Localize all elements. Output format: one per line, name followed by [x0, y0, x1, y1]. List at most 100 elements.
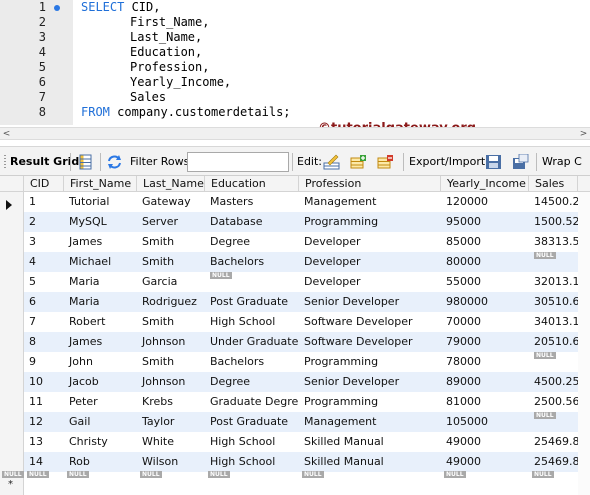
table-cell[interactable]: NULL [444, 471, 466, 484]
table-cell[interactable]: NULL [27, 471, 49, 484]
column-header[interactable]: Sales [529, 176, 578, 192]
table-row[interactable]: 3 James Smith Degree Developer 85000 38313.56 [24, 232, 590, 252]
table-cell[interactable]: Graduate Degree [205, 392, 299, 412]
table-cell[interactable]: 8 [24, 332, 64, 352]
table-cell[interactable]: NULL [205, 272, 299, 292]
table-cell[interactable]: 5 [24, 272, 64, 292]
table-cell[interactable]: Programming [299, 392, 441, 412]
table-cell[interactable]: 55000 [441, 272, 529, 292]
grip-handle[interactable] [4, 155, 6, 169]
table-cell[interactable]: MySQL [64, 212, 137, 232]
table-cell[interactable]: 3 [24, 232, 64, 252]
new-row[interactable]: NULL NULL NULL NULL NULL NULL NULL NULL [2, 470, 590, 484]
table-cell[interactable]: Smith [137, 232, 205, 252]
table-cell[interactable]: Degree [205, 232, 299, 252]
table-cell[interactable]: 89000 [441, 372, 529, 392]
table-row[interactable]: 14 Rob Wilson High School Skilled Manual 4900… [24, 452, 590, 472]
table-cell[interactable]: Management [299, 192, 441, 212]
table-row[interactable]: 12 Gail Taylor Post Graduate Management 10500… [24, 412, 590, 432]
table-cell[interactable]: Bachelors [205, 252, 299, 272]
table-cell[interactable]: Developer [299, 272, 441, 292]
table-cell[interactable]: Robert [64, 312, 137, 332]
table-cell[interactable]: NULL [529, 352, 583, 372]
table-cell[interactable]: 980000 [441, 292, 529, 312]
table-cell[interactable]: Senior Developer [299, 372, 441, 392]
table-cell[interactable]: 25469.89 [529, 432, 583, 452]
import-icon[interactable] [512, 154, 529, 170]
table-row[interactable]: 1 Tutorial Gateway Masters Management 120000 1… [24, 192, 590, 212]
table-cell[interactable]: 95000 [441, 212, 529, 232]
table-cell[interactable]: 85000 [441, 232, 529, 252]
table-row[interactable]: 2 MySQL Server Database Programming 95000 1500… [24, 212, 590, 232]
table-cell[interactable]: 79000 [441, 332, 529, 352]
table-row[interactable]: 10 Jacob Johnson Degree Senior Developer 8900… [24, 372, 590, 392]
table-row[interactable]: 8 James Johnson Under Graduate Software Deve… [24, 332, 590, 352]
table-cell[interactable]: Programming [299, 212, 441, 232]
table-cell[interactable]: NULL [529, 252, 583, 272]
table-row[interactable]: 9 John Smith Bachelors Programming 78000 NULL [24, 352, 590, 372]
column-header[interactable]: Last_Name [137, 176, 205, 192]
table-cell[interactable]: Garcia [137, 272, 205, 292]
table-cell[interactable]: Developer [299, 252, 441, 272]
table-cell[interactable]: Software Developer [299, 332, 441, 352]
table-cell[interactable]: Gail [64, 412, 137, 432]
table-cell[interactable]: Under Graduate [205, 332, 299, 352]
table-cell[interactable]: 120000 [441, 192, 529, 212]
table-cell[interactable]: High School [205, 452, 299, 472]
table-cell[interactable]: Tutorial [64, 192, 137, 212]
table-row[interactable]: 5 Maria Garcia NULL Developer 55000 32013.12 [24, 272, 590, 292]
column-header[interactable]: Education [205, 176, 299, 192]
table-cell[interactable]: Rob [64, 452, 137, 472]
scroll-left-icon[interactable]: < [0, 128, 13, 140]
horizontal-scrollbar[interactable]: < > [0, 127, 590, 140]
table-cell[interactable]: 80000 [441, 252, 529, 272]
table-cell[interactable]: Smith [137, 352, 205, 372]
table-cell[interactable]: Jacob [64, 372, 137, 392]
table-row[interactable]: 4 Michael Smith Bachelors Developer 80000 NULL [24, 252, 590, 272]
scroll-right-icon[interactable]: > [577, 128, 590, 140]
edit-row-icon[interactable] [323, 154, 340, 170]
table-cell[interactable]: NULL [67, 471, 89, 484]
table-cell[interactable]: NULL [140, 471, 162, 484]
table-cell[interactable]: Johnson [137, 372, 205, 392]
table-cell[interactable]: Developer [299, 232, 441, 252]
table-cell[interactable]: Programming [299, 352, 441, 372]
table-cell[interactable]: Michael [64, 252, 137, 272]
table-cell[interactable]: 49000 [441, 452, 529, 472]
table-cell[interactable]: NULL [302, 471, 324, 484]
column-header[interactable]: CID [24, 176, 64, 192]
table-cell[interactable]: 38313.56 [529, 232, 583, 252]
table-cell[interactable]: Maria [64, 292, 137, 312]
table-cell[interactable]: Management [299, 412, 441, 432]
table-cell[interactable]: 2 [24, 212, 64, 232]
table-cell[interactable]: NULL [208, 471, 230, 484]
table-cell[interactable]: 25469.89 [529, 452, 583, 472]
sql-editor[interactable]: 1 2 3 4 5 6 7 8 SELECT CID, First_Name, … [0, 0, 590, 125]
table-cell[interactable]: 78000 [441, 352, 529, 372]
table-cell[interactable]: Server [137, 212, 205, 232]
table-cell[interactable]: 81000 [441, 392, 529, 412]
table-cell[interactable]: Smith [137, 252, 205, 272]
table-cell[interactable]: 13 [24, 432, 64, 452]
table-cell[interactable]: Post Graduate [205, 292, 299, 312]
table-cell[interactable]: Peter [64, 392, 137, 412]
table-row[interactable]: 7 Robert Smith High School Software Develope… [24, 312, 590, 332]
table-cell[interactable]: 32013.12 [529, 272, 583, 292]
grid-view-icon[interactable] [77, 154, 94, 170]
table-cell[interactable]: 11 [24, 392, 64, 412]
table-cell[interactable]: Degree [205, 372, 299, 392]
table-cell[interactable]: Taylor [137, 412, 205, 432]
refresh-icon[interactable] [106, 154, 123, 170]
table-cell[interactable]: 1500.52 [529, 212, 583, 232]
table-cell[interactable]: 12 [24, 412, 64, 432]
table-cell[interactable]: 6 [24, 292, 64, 312]
filter-rows-input[interactable] [187, 152, 289, 172]
table-cell[interactable]: Skilled Manual [299, 452, 441, 472]
table-cell[interactable]: Christy [64, 432, 137, 452]
table-cell[interactable]: High School [205, 312, 299, 332]
vertical-scrollbar[interactable] [578, 192, 590, 495]
table-cell[interactable]: 7 [24, 312, 64, 332]
table-cell[interactable]: 34013.12 [529, 312, 583, 332]
table-cell[interactable]: Smith [137, 312, 205, 332]
table-cell[interactable]: Gateway [137, 192, 205, 212]
